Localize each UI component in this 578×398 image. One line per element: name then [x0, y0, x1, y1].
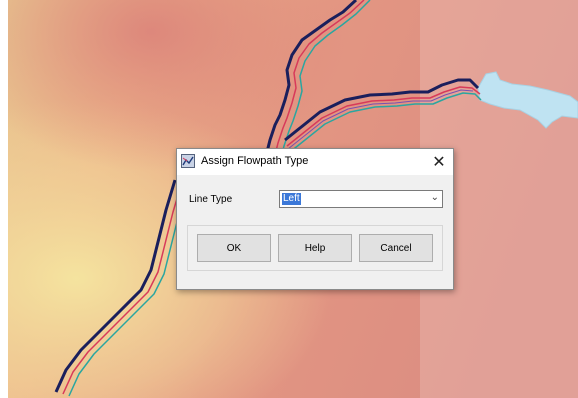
line-type-value: Left: [282, 193, 301, 205]
line-type-label: Line Type: [189, 194, 233, 205]
line-type-select[interactable]: Left ⌄: [279, 190, 443, 208]
dialog-titlebar[interactable]: Assign Flowpath Type ✕: [177, 149, 453, 175]
chevron-down-icon[interactable]: ⌄: [431, 192, 439, 203]
dialog-title: Assign Flowpath Type: [201, 155, 309, 167]
assign-flowpath-dialog: Assign Flowpath Type ✕ Line Type Left ⌄ …: [176, 148, 454, 290]
app-icon: [181, 154, 195, 168]
ok-button[interactable]: OK: [197, 234, 271, 262]
help-button[interactable]: Help: [278, 234, 352, 262]
cancel-button[interactable]: Cancel: [359, 234, 433, 262]
close-icon[interactable]: ✕: [429, 152, 449, 172]
